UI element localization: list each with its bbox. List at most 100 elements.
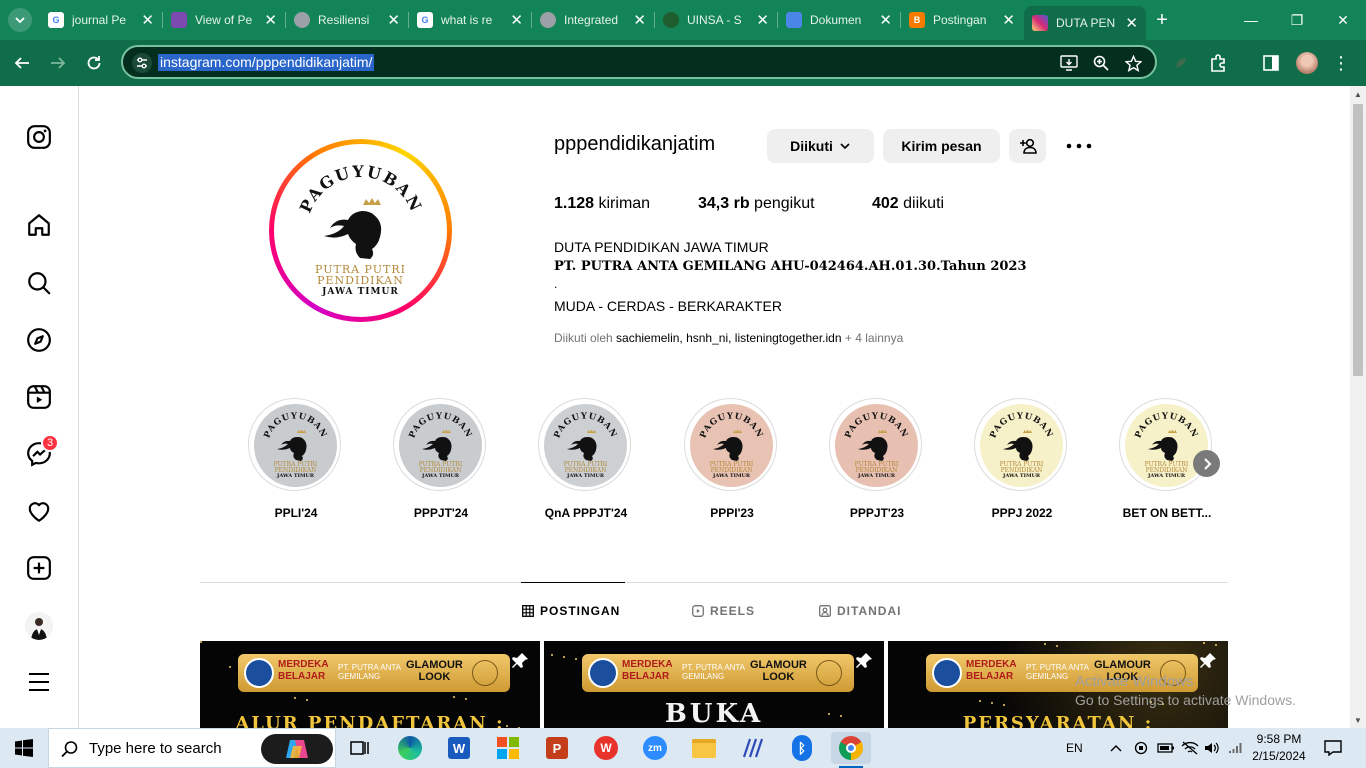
system-clock[interactable]: 9:58 PM 2/15/2024 bbox=[1244, 731, 1314, 765]
tab-tagged[interactable]: DITANDAI bbox=[819, 604, 901, 618]
highlights-next-button[interactable] bbox=[1193, 450, 1220, 477]
close-tab-icon[interactable]: ✕ bbox=[387, 11, 400, 29]
create-icon[interactable] bbox=[25, 554, 53, 582]
explore-icon[interactable] bbox=[25, 326, 53, 354]
scroll-thumb[interactable] bbox=[1353, 104, 1363, 376]
meet-now-icon[interactable] bbox=[1133, 728, 1149, 768]
wps-button[interactable]: W bbox=[586, 732, 626, 764]
highlight-ring: PAGUYUBAN PUTRA PUTRI PENDIDIKAN JAWA TIMUR bbox=[1119, 398, 1212, 491]
post-thumbnail[interactable]: MERDEKA BELAJAR PT. PUTRA ANTA GEMILANG GLAM… bbox=[544, 641, 884, 728]
tabs-divider bbox=[200, 582, 1228, 583]
tab-label: POSTINGAN bbox=[540, 604, 621, 618]
zoom-icon[interactable] bbox=[1090, 52, 1112, 74]
search-icon[interactable] bbox=[25, 269, 53, 297]
star-icon[interactable] bbox=[1122, 52, 1144, 74]
close-tab-icon[interactable]: ✕ bbox=[1125, 14, 1138, 32]
tab-reels[interactable]: REELS bbox=[692, 604, 755, 618]
address-bar[interactable]: instagram.com/pppendidikanjatim/ bbox=[121, 45, 1157, 79]
suggest-people-button[interactable] bbox=[1009, 129, 1046, 163]
browser-tab-active[interactable]: DUTA PEN ✕ bbox=[1024, 6, 1146, 40]
task-view-button[interactable] bbox=[340, 732, 380, 764]
menu-icon[interactable] bbox=[25, 668, 53, 696]
close-tab-icon[interactable]: ✕ bbox=[879, 11, 892, 29]
language-indicator[interactable]: EN bbox=[1066, 728, 1083, 768]
highlight-cover-image: PAGUYUBAN PUTRA PUTRI PENDIDIKAN JAWA TIMUR bbox=[399, 404, 482, 487]
browser-tab[interactable]: G journal Pe ✕ bbox=[40, 4, 162, 36]
message-button[interactable]: Kirim pesan bbox=[883, 129, 1000, 163]
profile-avatar[interactable] bbox=[25, 612, 53, 640]
side-panel-icon bbox=[1263, 55, 1279, 71]
store-button[interactable] bbox=[488, 732, 528, 764]
tab-title: DUTA PEN bbox=[1056, 16, 1116, 30]
network-icon[interactable] bbox=[1181, 728, 1199, 768]
close-tab-icon[interactable]: ✕ bbox=[141, 11, 154, 29]
post-headline: BUKA PENDAFTARAN bbox=[664, 699, 764, 728]
tab-title: View of Pe bbox=[195, 13, 253, 27]
sparkle-decoration bbox=[991, 702, 993, 704]
home-icon[interactable] bbox=[25, 211, 53, 239]
scroll-down-arrow-icon[interactable]: ▼ bbox=[1350, 712, 1366, 728]
word-button[interactable]: W bbox=[439, 732, 479, 764]
show-hidden-icons-button[interactable] bbox=[1110, 728, 1122, 768]
followed-by[interactable]: Diikuti oleh sachiemelin, hsnh_ni, liste… bbox=[554, 331, 903, 345]
url-text[interactable]: instagram.com/pppendidikanjatim/ bbox=[158, 54, 375, 71]
close-tab-icon[interactable]: ✕ bbox=[1002, 11, 1015, 29]
chrome-button[interactable] bbox=[831, 732, 871, 768]
extensions-button[interactable] bbox=[1203, 48, 1233, 78]
reload-button[interactable] bbox=[79, 48, 109, 78]
close-tab-icon[interactable]: ✕ bbox=[756, 11, 769, 29]
battery-icon[interactable] bbox=[1157, 728, 1175, 768]
browser-tab[interactable]: View of Pe ✕ bbox=[163, 4, 285, 36]
notifications-heart-icon[interactable] bbox=[25, 497, 53, 525]
following-button[interactable]: Diikuti bbox=[767, 129, 874, 163]
browser-tab[interactable]: Integrated ✕ bbox=[532, 4, 654, 36]
minimize-button[interactable]: — bbox=[1228, 6, 1274, 34]
app-slash-button[interactable] bbox=[733, 732, 773, 764]
site-info-icon[interactable] bbox=[132, 53, 152, 73]
powerpoint-button[interactable]: P bbox=[537, 732, 577, 764]
browser-tab[interactable]: UINSA - S ✕ bbox=[655, 4, 777, 36]
close-tab-icon[interactable]: ✕ bbox=[633, 11, 646, 29]
extension-button[interactable] bbox=[1166, 48, 1196, 78]
profile-button[interactable] bbox=[1292, 48, 1322, 78]
instagram-logo-icon[interactable] bbox=[25, 123, 53, 151]
back-button[interactable] bbox=[7, 48, 37, 78]
edge-button[interactable] bbox=[390, 732, 430, 764]
side-panel-button[interactable] bbox=[1256, 48, 1286, 78]
close-tab-icon[interactable]: ✕ bbox=[510, 11, 523, 29]
browser-tab[interactable]: B Postingan ✕ bbox=[901, 4, 1023, 36]
volume-icon[interactable] bbox=[1204, 728, 1220, 768]
restore-button[interactable]: ❐ bbox=[1274, 6, 1320, 34]
wifi-signal-icon[interactable] bbox=[1228, 728, 1242, 768]
browser-tab[interactable]: Resiliensi ✕ bbox=[286, 4, 408, 36]
profile-picture-story-ring[interactable]: PAGUYUBAN PUTRA PUTRI PENDIDIKAN JAWA TI… bbox=[269, 139, 452, 322]
new-tab-button[interactable]: + bbox=[1150, 8, 1174, 32]
start-button[interactable] bbox=[0, 728, 48, 768]
file-explorer-button[interactable] bbox=[684, 732, 724, 764]
browser-tab[interactable]: G what is re ✕ bbox=[409, 4, 531, 36]
active-tab-indicator bbox=[521, 582, 625, 583]
options-button[interactable] bbox=[1066, 134, 1092, 158]
browser-tab[interactable]: Dokumen ✕ bbox=[778, 4, 900, 36]
following-count[interactable]: 402 diikuti bbox=[872, 195, 944, 213]
reels-icon[interactable] bbox=[25, 383, 53, 411]
tab-search-button[interactable] bbox=[8, 8, 32, 32]
followers-count[interactable]: 34,3 rb pengikut bbox=[698, 195, 815, 213]
forward-button[interactable] bbox=[43, 48, 73, 78]
tab-posts[interactable]: POSTINGAN bbox=[522, 604, 620, 618]
notification-center-button[interactable] bbox=[1324, 728, 1342, 768]
close-tab-icon[interactable]: ✕ bbox=[264, 11, 277, 29]
messages-icon[interactable]: 3 bbox=[25, 434, 59, 468]
copilot-icon bbox=[286, 740, 308, 758]
profile-picture[interactable]: PAGUYUBAN PUTRA PUTRI PENDIDIKAN JAWA TI… bbox=[274, 144, 447, 317]
browser-menu-button[interactable]: ⋮ bbox=[1326, 48, 1356, 78]
bluetooth-button[interactable]: ᛒ bbox=[782, 732, 822, 764]
post-thumbnail[interactable]: MERDEKA BELAJAR PT. PUTRA ANTA GEMILANG GLAM… bbox=[200, 641, 540, 728]
close-window-button[interactable]: ✕ bbox=[1320, 6, 1366, 34]
scroll-up-arrow-icon[interactable]: ▲ bbox=[1350, 86, 1366, 102]
page-scrollbar[interactable]: ▲ ▼ bbox=[1350, 86, 1366, 728]
copilot-button[interactable] bbox=[261, 734, 333, 764]
install-app-icon[interactable] bbox=[1058, 52, 1080, 74]
zoom-app-button[interactable]: zm bbox=[635, 732, 675, 764]
taskbar-search[interactable]: Type here to search bbox=[48, 728, 336, 768]
